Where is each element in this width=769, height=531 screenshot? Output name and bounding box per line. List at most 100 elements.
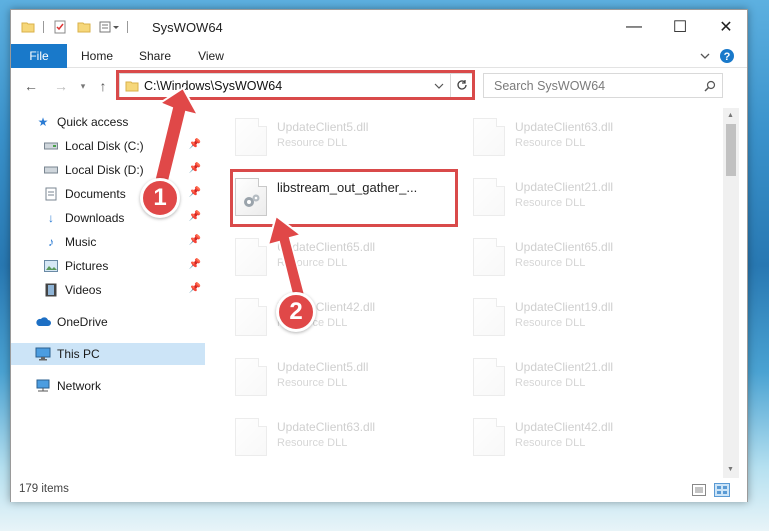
title-bar: SysWOW64 — ☐ ✕ (11, 10, 747, 44)
dll-file-icon (235, 118, 267, 156)
sidebar-item-local-disk-d[interactable]: Local Disk (D:) 📌 (11, 159, 205, 181)
file-item[interactable]: UpdateClient21.dll Resource DLL (463, 172, 693, 220)
file-item[interactable]: UpdateClient5.dll Resource DLL (225, 352, 455, 400)
sidebar-item-label: This PC (57, 347, 100, 361)
sidebar-item-network[interactable]: Network (11, 375, 205, 397)
file-list: UpdateClient5.dll Resource DLL libstream… (207, 108, 721, 478)
drive-icon (43, 162, 59, 178)
step-1-number: 1 (153, 184, 167, 211)
close-icon: ✕ (719, 19, 733, 36)
file-item[interactable]: UpdateClient63.dll Resource DLL (463, 112, 693, 160)
network-icon (35, 378, 51, 394)
properties-icon[interactable] (53, 20, 67, 34)
file-type: Resource DLL (277, 437, 348, 449)
step-1-badge: 1 (140, 178, 180, 218)
file-type: Resource DLL (277, 257, 348, 269)
pin-icon: 📌 (188, 259, 201, 270)
dll-file-icon (235, 238, 267, 276)
forward-button[interactable]: → (51, 77, 71, 95)
back-arrow-icon: ← (24, 78, 38, 94)
sidebar-item-videos[interactable]: Videos 📌 (11, 279, 205, 301)
sidebar-item-local-disk-c[interactable]: Local Disk (C:) 📌 (11, 135, 205, 157)
file-item[interactable]: UpdateClient21.dll Resource DLL (463, 352, 693, 400)
up-button[interactable]: ↑ (93, 77, 113, 95)
file-type: Resource DLL (515, 197, 586, 209)
customize-toolbar-icon[interactable] (99, 20, 121, 34)
back-button[interactable]: ← (21, 77, 41, 95)
sidebar-item-label: Videos (65, 283, 102, 297)
pin-icon: 📌 (188, 235, 201, 246)
videos-icon (43, 282, 59, 298)
file-type: Resource DLL (277, 137, 348, 149)
help-icon[interactable]: ? (719, 48, 735, 64)
file-highlight-box (230, 169, 458, 227)
file-name: UpdateClient42.dll (515, 420, 614, 434)
sidebar-item-label: Pictures (65, 259, 109, 273)
sidebar-item-quick-access[interactable]: ★ Quick access (11, 111, 205, 133)
close-button[interactable]: ✕ (703, 10, 749, 44)
search-input[interactable]: Search SysWOW64 (494, 79, 605, 93)
scrollbar-thumb[interactable] (726, 124, 736, 176)
scroll-up-icon[interactable]: ▲ (727, 112, 734, 119)
file-type: Resource DLL (515, 317, 586, 329)
file-name: UpdateClient5.dll (277, 360, 369, 374)
file-item[interactable]: UpdateClient65.dll Resource DLL (463, 232, 693, 280)
file-name: UpdateClient21.dll (515, 180, 614, 194)
sidebar-item-label: Music (65, 235, 97, 249)
file-type: Resource DLL (277, 377, 348, 389)
file-name: UpdateClient63.dll (515, 120, 614, 134)
sidebar-item-music[interactable]: ♪ Music 📌 (11, 231, 205, 253)
file-item[interactable]: UpdateClient63.dll Resource DLL (225, 412, 455, 460)
dll-file-icon (235, 418, 267, 456)
file-item[interactable]: UpdateClient5.dll Resource DLL (225, 112, 455, 160)
tab-home[interactable]: Home (75, 44, 119, 68)
pin-icon: 📌 (188, 187, 201, 198)
chevron-down-icon: ▾ (80, 81, 86, 91)
new-folder-icon[interactable] (77, 20, 91, 34)
details-view-icon[interactable] (692, 484, 706, 496)
dll-file-icon (473, 298, 505, 336)
tab-view[interactable]: View (191, 44, 231, 68)
sidebar-item-this-pc[interactable]: This PC (11, 343, 205, 365)
sidebar-item-pictures[interactable]: Pictures 📌 (11, 255, 205, 277)
file-type: Resource DLL (515, 377, 586, 389)
file-name: UpdateClient21.dll (515, 360, 614, 374)
item-count: 179 items (19, 483, 69, 495)
recent-locations-button[interactable]: ▾ (73, 77, 93, 95)
file-item[interactable]: UpdateClient65.dll Resource DLL (225, 232, 455, 280)
scroll-down-icon[interactable]: ▼ (727, 466, 734, 473)
file-item[interactable]: UpdateClient42.dll Resource DLL (225, 292, 455, 340)
large-icons-view-icon[interactable] (714, 483, 730, 497)
vertical-scrollbar[interactable]: ▲ ▼ (723, 108, 739, 478)
folder-icon[interactable] (21, 20, 35, 34)
sidebar-item-label: Local Disk (C:) (65, 139, 144, 153)
sidebar-item-downloads[interactable]: ↓ Downloads 📌 (11, 207, 205, 229)
file-item[interactable]: UpdateClient42.dll Resource DLL (463, 412, 693, 460)
documents-icon (43, 186, 59, 202)
step-2-badge: 2 (276, 292, 316, 332)
tab-share[interactable]: Share (133, 44, 177, 68)
sidebar-item-onedrive[interactable]: OneDrive (11, 311, 205, 333)
forward-arrow-icon: → (54, 78, 68, 94)
tab-file[interactable]: File (11, 44, 67, 68)
dll-file-icon (235, 358, 267, 396)
sidebar-item-label: Quick access (57, 115, 129, 129)
quick-access-toolbar (21, 19, 133, 35)
file-explorer-window: SysWOW64 — ☐ ✕ File Home Share View ? ← … (10, 9, 748, 502)
file-name: UpdateClient63.dll (277, 420, 376, 434)
navigation-pane: ★ Quick access Local Disk (C:) 📌 Local D… (11, 108, 207, 478)
search-box[interactable]: Search SysWOW64 (483, 73, 723, 98)
search-icon (704, 80, 716, 92)
file-name: UpdateClient19.dll (515, 300, 614, 314)
svg-text:?: ? (724, 51, 731, 63)
pictures-icon (43, 258, 59, 274)
sidebar-item-label: OneDrive (57, 315, 108, 329)
minimize-icon: — (626, 18, 642, 35)
music-icon: ♪ (48, 235, 54, 249)
sidebar-item-label: Local Disk (D:) (65, 163, 144, 177)
chevron-down-icon[interactable] (699, 50, 711, 62)
file-item[interactable]: UpdateClient19.dll Resource DLL (463, 292, 693, 340)
toolbar-divider (127, 21, 133, 33)
maximize-button[interactable]: ☐ (657, 10, 703, 44)
minimize-button[interactable]: — (611, 10, 657, 44)
